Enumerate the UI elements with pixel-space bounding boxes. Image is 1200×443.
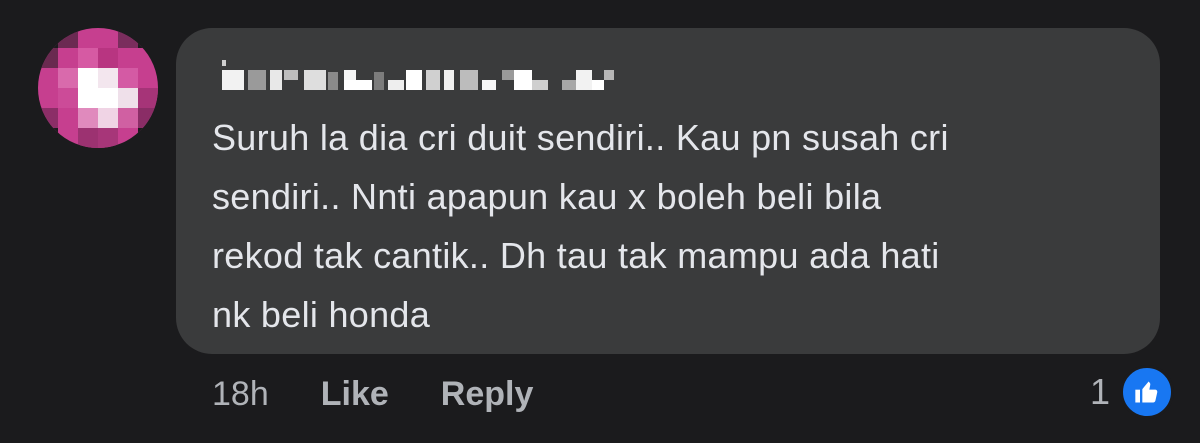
comment-text: Suruh la dia cri duit sendiri.. Kau pn s…: [212, 117, 949, 335]
comment-item: Suruh la dia cri duit sendiri.. Kau pn s…: [0, 0, 1200, 443]
reply-button[interactable]: Reply: [441, 375, 534, 414]
comment-actions: 18h Like Reply: [212, 372, 585, 416]
like-button[interactable]: Like: [321, 375, 389, 414]
reaction-count: 1: [1090, 371, 1111, 412]
comment-bubble: Suruh la dia cri duit sendiri.. Kau pn s…: [176, 28, 1160, 354]
thumbs-up-icon: [1120, 365, 1175, 419]
author-name-pixelated[interactable]: [214, 58, 714, 94]
pixelated-avatar-image: [38, 28, 158, 148]
pixelated-name-image: [222, 60, 614, 90]
avatar[interactable]: [38, 28, 158, 148]
reaction-summary[interactable]: 1: [1090, 364, 1175, 420]
comment-timestamp[interactable]: 18h: [212, 375, 269, 414]
